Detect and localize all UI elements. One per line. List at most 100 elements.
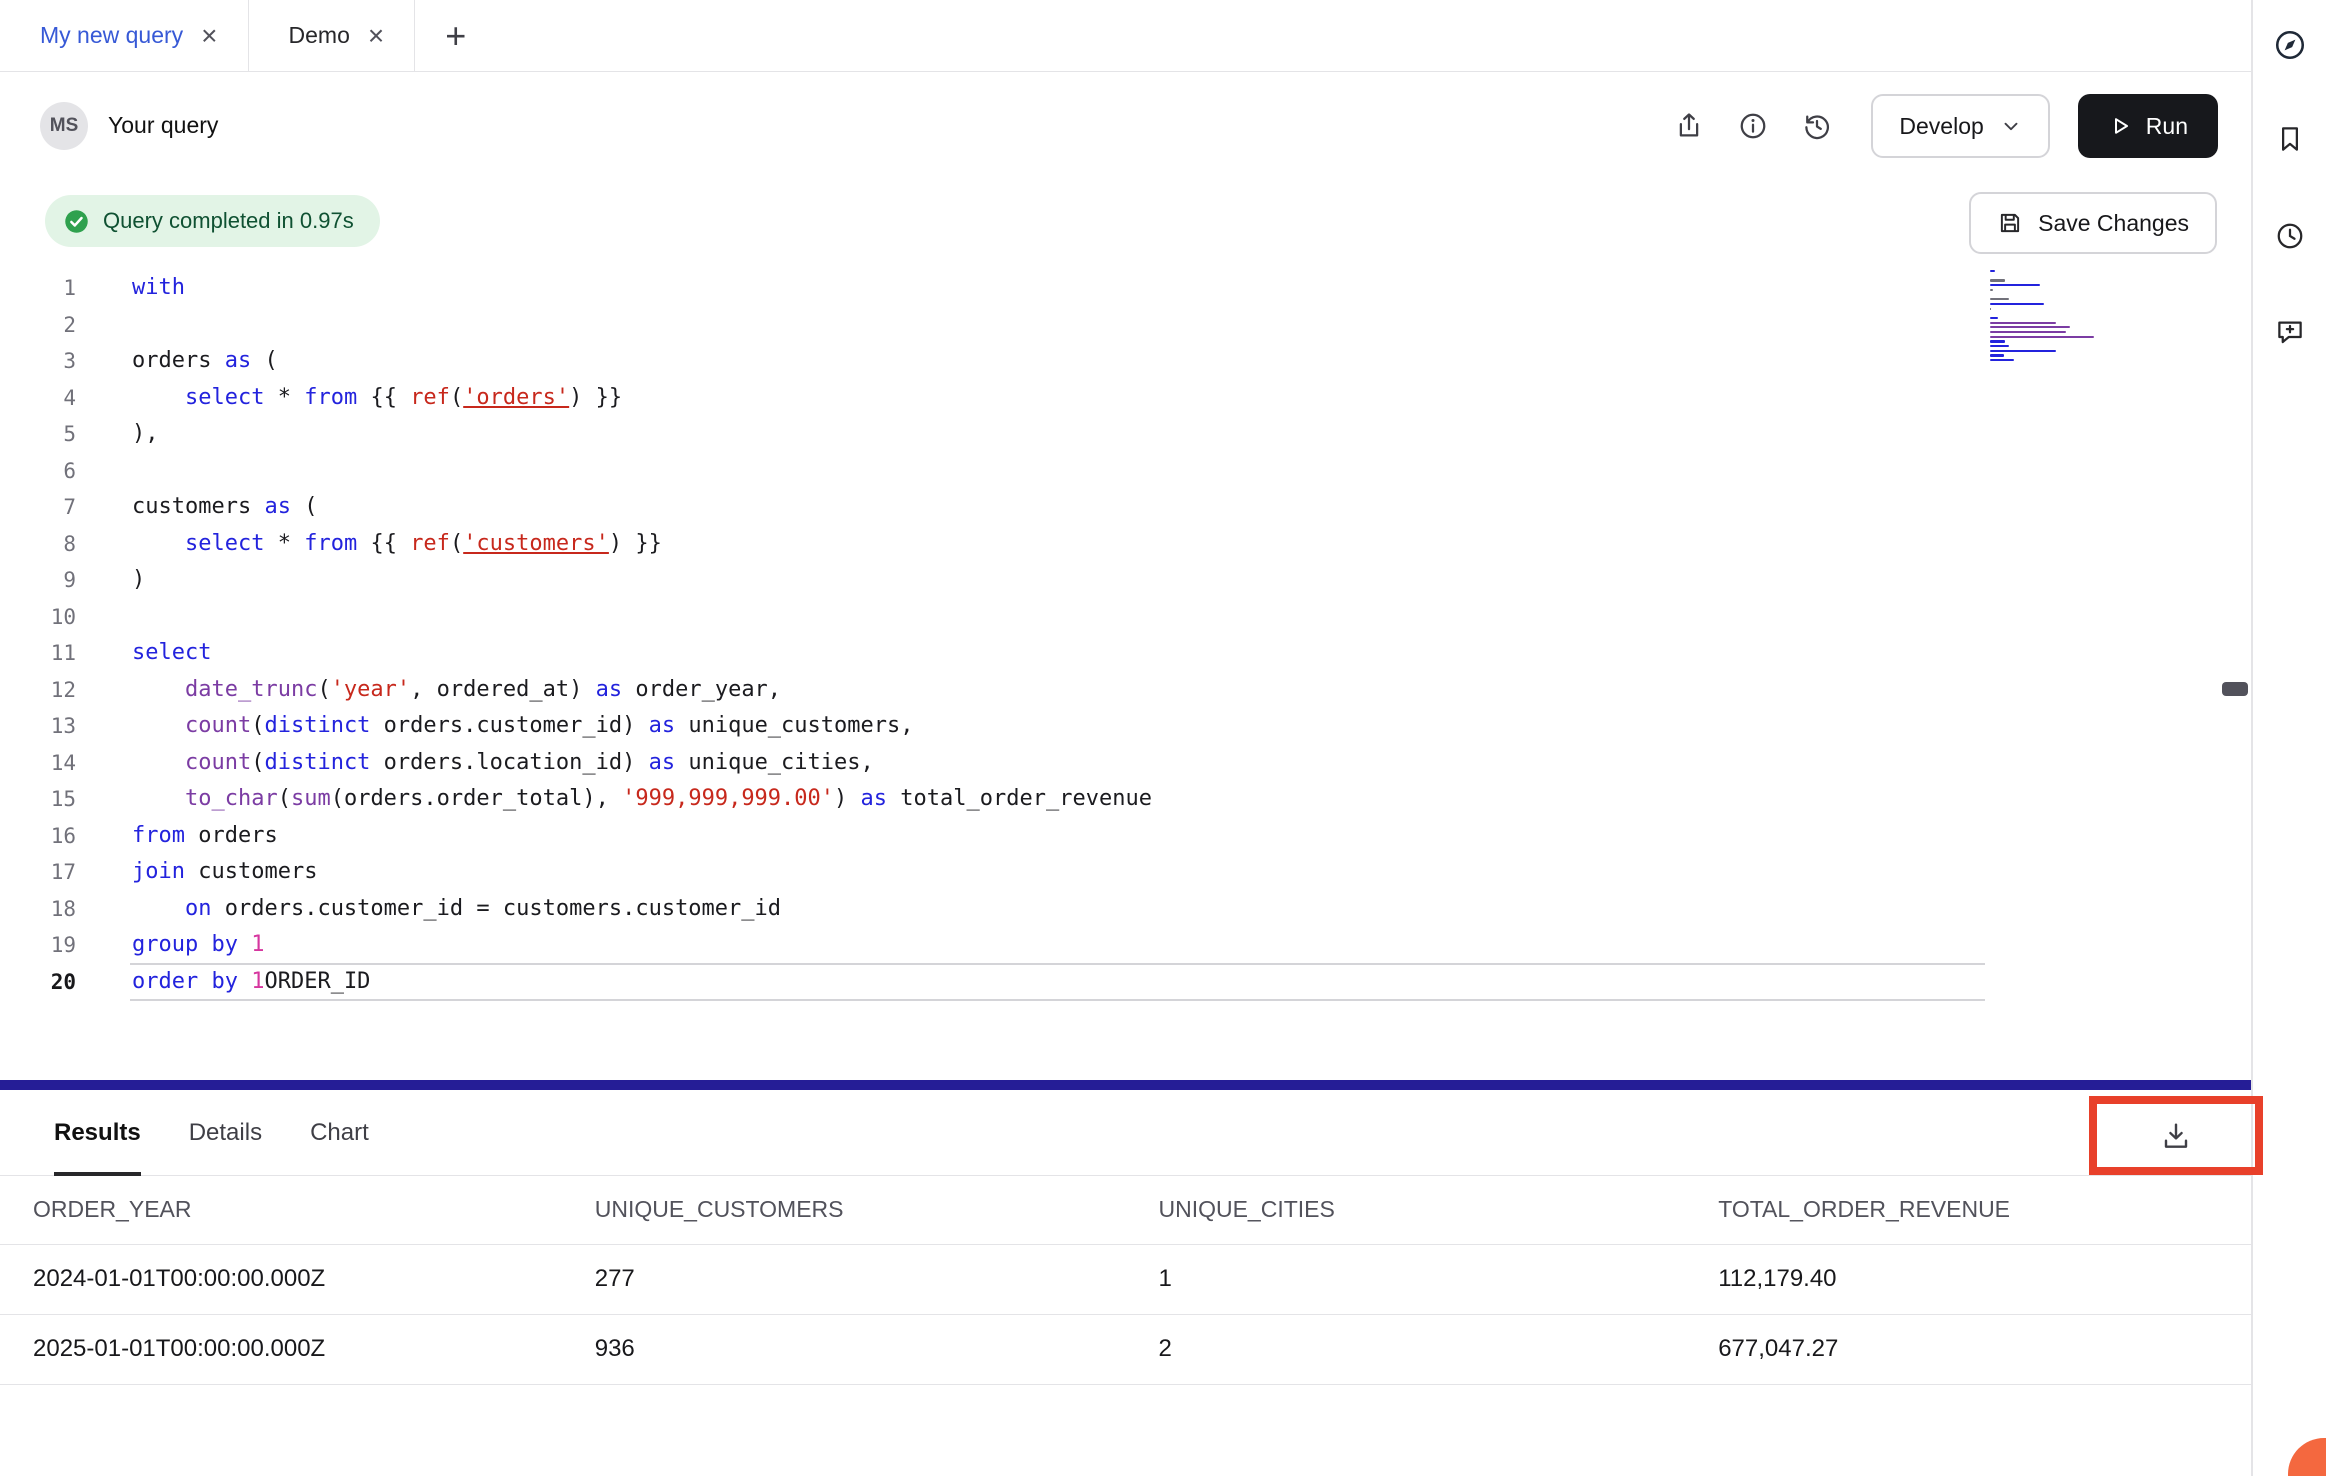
minimap-line (1990, 289, 1993, 291)
column-header: UNIQUE_CITIES (1125, 1176, 1685, 1244)
code-line[interactable]: 5), (0, 416, 2251, 453)
line-number: 19 (0, 927, 76, 964)
new-tab-button[interactable]: + (415, 0, 496, 71)
code-text: select * from {{ ref('customers') }} (76, 526, 662, 563)
code-token: join (132, 859, 185, 884)
history-button[interactable] (1793, 102, 1841, 150)
tab-chart[interactable]: Chart (310, 1090, 369, 1176)
minimap-line (1990, 303, 2044, 305)
table-row: 2025-01-01T00:00:00.000Z9362677,047.27 (0, 1314, 2251, 1384)
scrollbar-thumb[interactable] (2222, 682, 2248, 696)
code-line[interactable]: 12 date_trunc('year', ordered_at) as ord… (0, 672, 2251, 709)
table-cell: 112,179.40 (1685, 1244, 2251, 1314)
code-token: ) }} (569, 385, 622, 410)
code-line[interactable]: 9) (0, 562, 2251, 599)
code-line[interactable]: 7customers as ( (0, 489, 2251, 526)
copilot-button[interactable] (2267, 22, 2313, 68)
feedback-button[interactable] (2267, 309, 2313, 355)
code-line[interactable]: 20order by 1ORDER_ID (0, 964, 2251, 1001)
recent-history-button[interactable] (2267, 213, 2313, 259)
code-text: on orders.customer_id = customers.custom… (76, 891, 781, 928)
code-text (76, 307, 132, 344)
bookmark-button[interactable] (2267, 116, 2313, 162)
code-token: as (861, 786, 888, 811)
minimap-line (1990, 350, 2056, 352)
share-icon (1674, 111, 1704, 141)
code-token: total_order_revenue (887, 786, 1152, 811)
code-token: orders (185, 823, 278, 848)
code-line[interactable]: 10 (0, 599, 2251, 636)
editor-tab[interactable]: Demo× (249, 0, 416, 71)
page-title: Your query (108, 112, 218, 139)
code-token: date_trunc (185, 677, 317, 702)
code-token: from (304, 531, 357, 556)
line-number: 2 (0, 307, 76, 344)
sql-editor[interactable]: 1 with 23orders as (4 select * from {{ ref… (0, 270, 2251, 1080)
results-table-container: ORDER_YEARUNIQUE_CUSTOMERSUNIQUE_CITIEST… (0, 1176, 2251, 1385)
column-header: ORDER_YEAR (0, 1176, 562, 1244)
code-token: ORDER_ID (264, 969, 370, 994)
code-line[interactable]: 6 (0, 453, 2251, 490)
code-line[interactable]: 19group by 1 (0, 927, 2251, 964)
table-row: 2024-01-01T00:00:00.000Z2771112,179.40 (0, 1244, 2251, 1314)
save-changes-button[interactable]: Save Changes (1969, 192, 2217, 254)
code-token: as (649, 750, 676, 775)
minimap[interactable] (1990, 270, 2102, 364)
code-token: order_year, (622, 677, 781, 702)
code-line[interactable]: 14 count(distinct orders.location_id) as… (0, 745, 2251, 782)
history-icon (1802, 111, 1832, 141)
code-token: orders (132, 348, 225, 373)
line-number: 1 (0, 270, 76, 307)
code-line[interactable]: 1 with (0, 270, 2251, 307)
code-text: join customers (76, 854, 317, 891)
code-line[interactable]: 16from orders (0, 818, 2251, 855)
info-button[interactable] (1729, 102, 1777, 150)
pane-resize-handle[interactable] (0, 1080, 2251, 1090)
line-number: 8 (0, 526, 76, 563)
close-tab-icon[interactable]: × (368, 22, 384, 50)
code-line[interactable]: 18 on orders.customer_id = customers.cus… (0, 891, 2251, 928)
bookmark-icon (2275, 124, 2305, 154)
develop-dropdown[interactable]: Develop (1871, 94, 2049, 158)
table-cell: 2024-01-01T00:00:00.000Z (0, 1244, 562, 1314)
query-status-text: Query completed in 0.97s (103, 208, 354, 234)
table-cell: 2025-01-01T00:00:00.000Z (0, 1314, 562, 1384)
tab-details[interactable]: Details (189, 1090, 262, 1176)
minimap-line (1990, 340, 2005, 342)
share-button[interactable] (1665, 102, 1713, 150)
editor-tab[interactable]: My new query× (0, 0, 249, 71)
code-line[interactable]: 4 select * from {{ ref('orders') }} (0, 380, 2251, 417)
code-token: order by (132, 969, 238, 994)
results-table: ORDER_YEARUNIQUE_CUSTOMERSUNIQUE_CITIEST… (0, 1176, 2251, 1385)
code-line[interactable]: 15 to_char(sum(orders.order_total), '999… (0, 781, 2251, 818)
code-token: sum (291, 786, 331, 811)
tab-results[interactable]: Results (54, 1090, 141, 1176)
code-text: count(distinct orders.location_id) as un… (76, 745, 874, 782)
minimap-line (1990, 326, 2070, 328)
code-line[interactable]: 17join customers (0, 854, 2251, 891)
code-token: as (649, 713, 676, 738)
code-line[interactable]: 3orders as ( (0, 343, 2251, 380)
code-token: select (132, 640, 211, 665)
code-token (238, 932, 251, 957)
code-line[interactable]: 8 select * from {{ ref('customers') }} (0, 526, 2251, 563)
code-token: 1 (251, 969, 264, 994)
code-token: 'customers' (463, 531, 609, 556)
code-line[interactable]: 13 count(distinct orders.customer_id) as… (0, 708, 2251, 745)
code-line[interactable]: 2 (0, 307, 2251, 344)
minimap-line (1990, 270, 1995, 272)
run-button[interactable]: Run (2078, 94, 2218, 158)
code-token: as (264, 494, 291, 519)
code-line[interactable]: 11select (0, 635, 2251, 672)
help-badge[interactable] (2288, 1438, 2326, 1476)
line-number: 3 (0, 343, 76, 380)
code-token: from (304, 385, 357, 410)
code-token: with (132, 275, 185, 300)
close-tab-icon[interactable]: × (201, 22, 217, 50)
run-label: Run (2146, 113, 2188, 140)
code-text: orders as ( (76, 343, 278, 380)
column-header: UNIQUE_CUSTOMERS (562, 1176, 1126, 1244)
download-results-button[interactable] (2152, 1112, 2200, 1160)
code-text: ), (76, 416, 159, 453)
line-number: 9 (0, 562, 76, 599)
